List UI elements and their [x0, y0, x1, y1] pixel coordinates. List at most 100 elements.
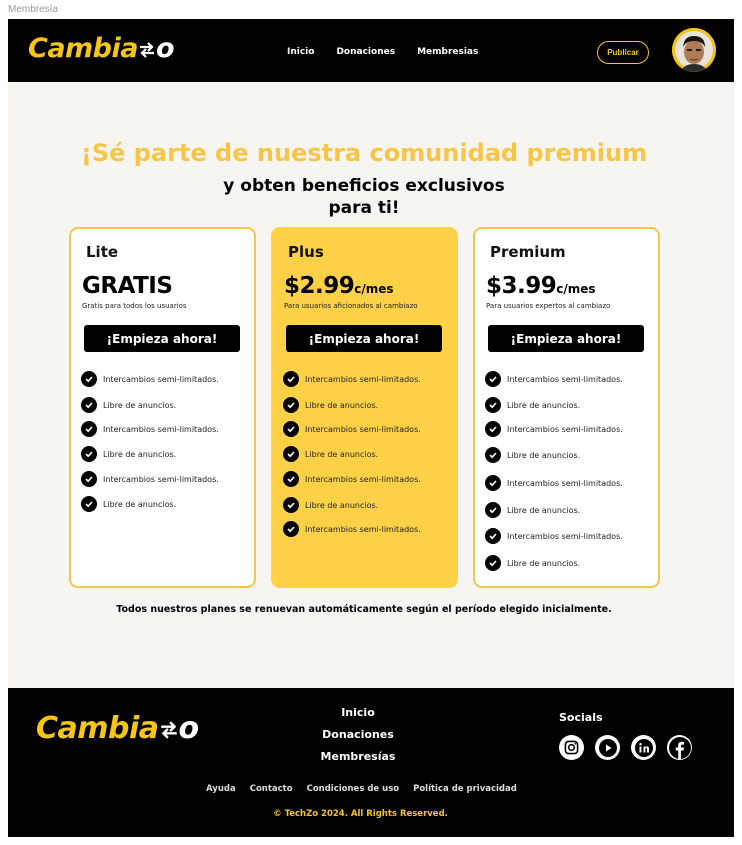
social-icons — [559, 735, 692, 760]
main-nav: Inicio Donaciones Membresias — [287, 47, 478, 57]
footer-link-ayuda[interactable]: Ayuda — [206, 784, 236, 794]
check-icon — [485, 371, 501, 387]
feature-item: Intercambios semi-limitados. — [485, 421, 623, 437]
footer: Cambia o Inicio Donaciones Membresías Soc… — [8, 688, 734, 837]
feature-label: Libre de anuncios. — [103, 499, 177, 509]
check-icon — [81, 397, 97, 413]
feature-label: Libre de anuncios. — [305, 400, 379, 410]
footer-nav-inicio[interactable]: Inicio — [308, 706, 408, 728]
check-icon — [81, 471, 97, 487]
feature-item: Intercambios semi-limitados. — [283, 421, 421, 437]
footer-links: Ayuda Contacto Condiciones de uso Políti… — [206, 784, 517, 794]
feature-label: Intercambios semi-limitados. — [507, 478, 623, 488]
plan-card-lite: Lite GRATIS Gratis para todos los usuari… — [69, 227, 256, 588]
check-icon — [485, 475, 501, 491]
check-icon — [283, 471, 299, 487]
plan-price: GRATIS — [82, 273, 173, 299]
feature-item: Intercambios semi-limitados. — [283, 521, 421, 537]
feature-item: Libre de anuncios. — [81, 496, 176, 512]
swap-arrows-icon — [138, 33, 156, 64]
feature-label: Intercambios semi-limitados. — [305, 374, 421, 384]
feature-item: Libre de anuncios. — [485, 397, 580, 413]
check-icon — [485, 447, 501, 463]
feature-item: Intercambios semi-limitados. — [81, 371, 219, 387]
logo-tail: o — [178, 711, 200, 746]
price-amount: $3.99 — [486, 273, 557, 299]
plan-description: Gratis para todos los usuarios — [82, 302, 187, 310]
instagram-icon[interactable] — [559, 735, 584, 760]
check-icon — [81, 446, 97, 462]
footer-nav: Inicio Donaciones Membresías — [308, 706, 408, 772]
membership-page: Cambia o Inicio Donaciones Membresias Pub… — [8, 19, 734, 837]
nav-donaciones[interactable]: Donaciones — [336, 47, 395, 57]
footer-nav-donaciones[interactable]: Donaciones — [308, 728, 408, 750]
price-period: c/mes — [354, 282, 394, 296]
footer-logo[interactable]: Cambia o — [36, 711, 199, 746]
feature-label: Intercambios semi-limitados. — [305, 424, 421, 434]
avatar[interactable] — [672, 28, 716, 72]
start-now-button[interactable]: ¡Empieza ahora! — [488, 325, 644, 352]
feature-item: Libre de anuncios. — [283, 446, 378, 462]
feature-item: Libre de anuncios. — [81, 397, 176, 413]
nav-membresias[interactable]: Membresias — [417, 47, 478, 57]
feature-label: Intercambios semi-limitados. — [103, 424, 219, 434]
check-icon — [283, 397, 299, 413]
hero-subtitle: y obten beneficios exclusivos para ti! — [8, 175, 720, 219]
feature-item: Intercambios semi-limitados. — [485, 528, 623, 544]
feature-label: Intercambios semi-limitados. — [103, 374, 219, 384]
logo-tail: o — [155, 33, 175, 64]
start-now-button[interactable]: ¡Empieza ahora! — [84, 325, 240, 352]
footer-link-condiciones[interactable]: Condiciones de uso — [307, 784, 400, 794]
check-icon — [485, 555, 501, 571]
plan-price: $3.99c/mes — [486, 273, 596, 299]
feature-label: Libre de anuncios. — [103, 449, 177, 459]
feature-label: Libre de anuncios. — [305, 449, 379, 459]
facebook-icon[interactable] — [667, 735, 692, 760]
feature-label: Libre de anuncios. — [507, 505, 581, 515]
renewal-note: Todos nuestros planes se renuevan automá… — [116, 604, 612, 615]
feature-item: Intercambios semi-limitados. — [283, 371, 421, 387]
feature-item: Intercambios semi-limitados. — [485, 475, 623, 491]
feature-item: Intercambios semi-limitados. — [283, 471, 421, 487]
footer-link-contacto[interactable]: Contacto — [250, 784, 293, 794]
check-icon — [283, 521, 299, 537]
youtube-icon[interactable] — [595, 735, 620, 760]
feature-item: Intercambios semi-limitados. — [81, 471, 219, 487]
linkedin-icon[interactable] — [631, 735, 656, 760]
header-logo[interactable]: Cambia o — [28, 33, 175, 64]
feature-label: Libre de anuncios. — [507, 400, 581, 410]
publish-button[interactable]: Publicar — [597, 41, 649, 64]
feature-item: Intercambios semi-limitados. — [485, 371, 623, 387]
plan-name: Premium — [490, 243, 566, 261]
check-icon — [81, 496, 97, 512]
plan-card-premium: Premium $3.99c/mes Para usuarios experto… — [473, 227, 660, 588]
feature-label: Intercambios semi-limitados. — [103, 474, 219, 484]
plan-description: Para usuarios aficionados al cambiazo — [284, 302, 418, 310]
nav-inicio[interactable]: Inicio — [287, 47, 314, 57]
feature-item: Libre de anuncios. — [81, 446, 176, 462]
feature-item: Libre de anuncios. — [283, 397, 378, 413]
copyright: © TechZo 2024. All Rights Reserved. — [273, 809, 448, 819]
feature-label: Intercambios semi-limitados. — [507, 424, 623, 434]
plan-name: Plus — [288, 243, 324, 261]
start-now-button[interactable]: ¡Empieza ahora! — [286, 325, 442, 352]
feature-label: Libre de anuncios. — [305, 500, 379, 510]
feature-label: Libre de anuncios. — [507, 450, 581, 460]
check-icon — [283, 497, 299, 513]
check-icon — [283, 371, 299, 387]
hero-title: ¡Sé parte de nuestra comunidad premium — [80, 139, 648, 167]
footer-nav-membresias[interactable]: Membresías — [308, 750, 408, 772]
feature-item: Libre de anuncios. — [283, 497, 378, 513]
feature-item: Libre de anuncios. — [485, 555, 580, 571]
check-icon — [485, 421, 501, 437]
price-amount: GRATIS — [82, 273, 173, 299]
plan-description: Para usuarios expertos al cambiazo — [486, 302, 611, 310]
check-icon — [283, 421, 299, 437]
footer-link-privacidad[interactable]: Política de privacidad — [413, 784, 517, 794]
check-icon — [485, 397, 501, 413]
feature-label: Intercambios semi-limitados. — [305, 474, 421, 484]
feature-label: Intercambios semi-limitados. — [305, 524, 421, 534]
check-icon — [283, 446, 299, 462]
plan-card-plus: Plus $2.99c/mes Para usuarios aficionado… — [271, 227, 458, 588]
feature-label: Libre de anuncios. — [507, 558, 581, 568]
